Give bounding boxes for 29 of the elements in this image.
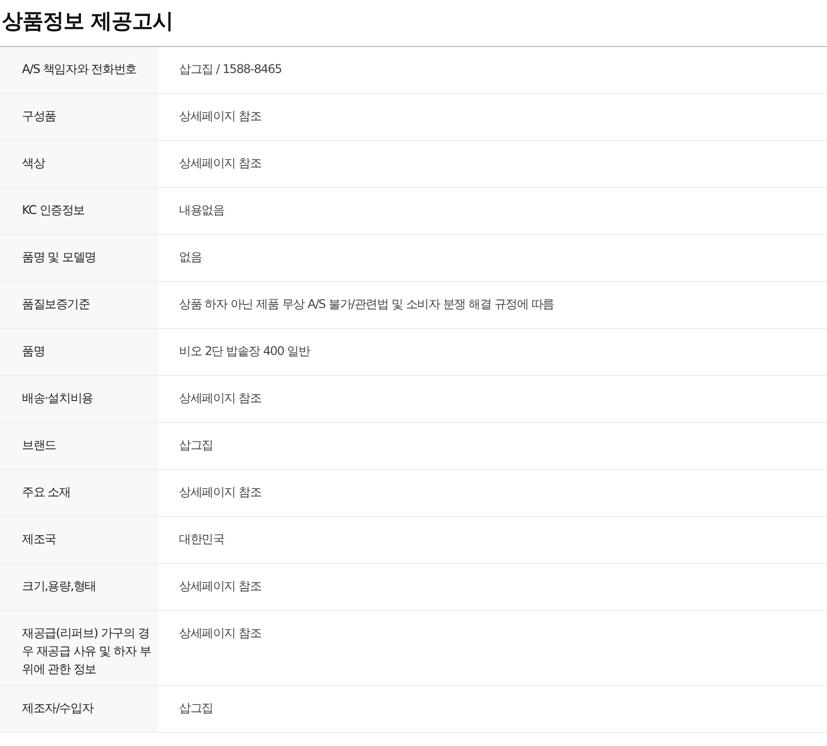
row-label: 제조국	[0, 517, 158, 563]
row-value: 없음	[178, 249, 203, 266]
row-label: 브랜드	[0, 423, 158, 469]
row-label: KC 인증정보	[0, 188, 158, 234]
row-value: 상품 하자 아닌 제품 무상 A/S 불가/관련법 및 소비자 분쟁 해결 규정에 따름	[178, 296, 555, 313]
row-value: 상세페이지 참조	[178, 578, 262, 595]
row-value: 대한민국	[178, 531, 226, 548]
row-value: 삽그집	[178, 700, 214, 717]
row-value: 상세페이지 참조	[178, 108, 262, 125]
row-label: 크기,용량,형태	[0, 564, 158, 610]
row-value: 상세페이지 참조	[178, 155, 262, 172]
row-label: 구성품	[0, 94, 158, 140]
row-label: 배송·설치비용	[0, 376, 158, 422]
row-label: 품질보증기준	[0, 282, 158, 328]
row-label: 색상	[0, 141, 158, 187]
row-value: 삽그집	[178, 437, 214, 454]
row-value: 상세페이지 참조	[178, 625, 262, 642]
row-label: 품명	[0, 329, 158, 375]
row-label: A/S 책임자와 전화번호	[0, 47, 158, 93]
row-value: 비오 2단 밥솥장 400 일반	[178, 343, 312, 360]
row-value: 상세페이지 참조	[178, 484, 262, 501]
row-label: 재공급(리퍼브) 가구의 경우 재공급 사유 및 하자 부위에 관한 정보	[0, 611, 158, 685]
row-value: 삽그집 / 1588-8465	[178, 61, 283, 78]
row-value: 내용없음	[178, 202, 226, 219]
row-label: 품명 및 모델명	[0, 235, 158, 281]
row-label: 주요 소재	[0, 470, 158, 516]
row-value: 상세페이지 참조	[178, 390, 262, 407]
page-title: 상품정보 제공고시	[1, 8, 174, 35]
row-label: 제조자/수입자	[0, 686, 158, 732]
